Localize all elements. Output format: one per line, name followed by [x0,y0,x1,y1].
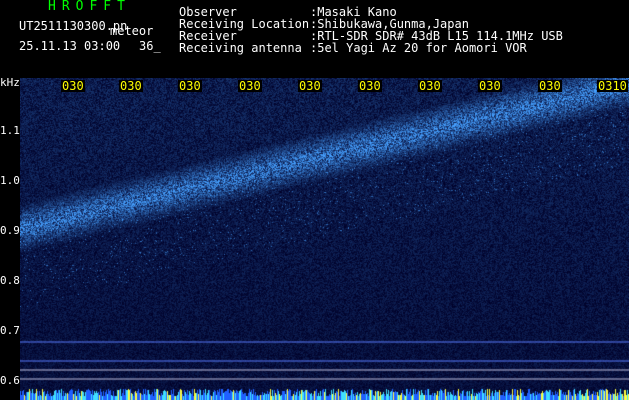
y-tick-0-9: 0.9 [0,224,20,237]
time-label-9: 030 [538,79,562,93]
time-label-5: 030 [298,79,322,93]
y-tick-1-1: 1.1 [0,124,20,137]
antenna-label: Receiving antenna [179,41,302,55]
y-tick-0-6: 0.6 [0,374,20,387]
meteor-counter: 36_ [139,39,161,53]
y-axis-unit: kHz [0,76,20,89]
y-tick-0-7: 0.7 [0,324,20,337]
time-label-4: 030 [238,79,262,93]
meteor-label: meteor [110,24,154,38]
time-label-7: 030 [418,79,442,93]
time-label-3: 030 [178,79,202,93]
spectrogram-canvas [20,78,629,400]
y-tick-1-0: 1.0 [0,174,20,187]
spectrogram [20,78,629,400]
time-label-6: 030 [358,79,382,93]
time-label-8: 030 [478,79,502,93]
time-label-2: 030 [119,79,143,93]
date-time: 25.11.13 03:00 [19,39,121,53]
time-label-1: 030 [61,79,85,93]
antenna-value: :5el Yagi Az 20 for Aomori VOR [310,41,527,55]
time-label-10: 0310 [597,79,628,93]
y-tick-0-8: 0.8 [0,274,20,287]
app-title: HROFFT [48,0,131,14]
